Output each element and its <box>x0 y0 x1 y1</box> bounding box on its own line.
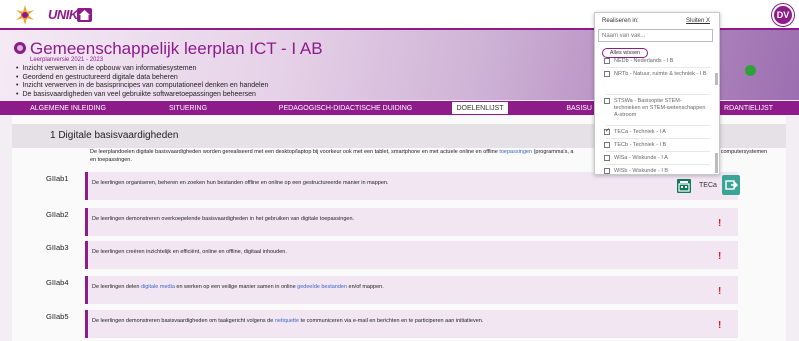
curriculum-version: Leerplanversie 2021 - 2023 <box>30 57 104 63</box>
checkbox[interactable] <box>604 58 610 64</box>
goal-row: GIIab4 De leerlingen delen digitale medi… <box>12 276 786 308</box>
intro-text-continued: (programma's, a <box>532 149 574 155</box>
goal-code: GIIab3 <box>46 243 69 252</box>
checkbox[interactable] <box>604 168 610 174</box>
user-avatar[interactable]: DV <box>772 4 794 26</box>
course-option-label: WISb - Wiskunde - I B <box>614 168 669 174</box>
export-button[interactable] <box>722 175 740 195</box>
goal-code: GIIab4 <box>46 278 69 287</box>
goal-row: GIIab3 De leerlingen creëren inzichtelij… <box>12 241 786 273</box>
goal-box[interactable]: De leerlingen organiseren, beheren en zo… <box>85 172 738 200</box>
course-option-label: TECa - Techniek - I A <box>614 129 666 135</box>
intro-text: De leerplandoelen digitale basisvaardigh… <box>90 149 500 155</box>
objective-item: De basisvaardigheden van veel gebruikte … <box>16 91 268 100</box>
goal-box[interactable]: De leerlingen demonstreren basisvaardigh… <box>85 310 738 338</box>
unik-logo[interactable]: UNIK <box>48 7 78 22</box>
dropdown-heading: Realiseren in: <box>602 18 639 24</box>
goal-text-part: De leerlingen delen <box>92 284 141 290</box>
link-digitale-media[interactable]: digitale media <box>141 284 175 290</box>
warning-icon[interactable]: ! <box>718 286 721 297</box>
tab-algemene-inleiding[interactable]: ALGEMENE INLEIDING <box>0 101 136 115</box>
course-option-label: NEDb - Nederlands - I B <box>614 58 674 64</box>
checkbox[interactable] <box>604 98 610 104</box>
course-option-label: STSWa - Basisoptie STEM-technieken en ST… <box>614 98 706 118</box>
building-icon <box>678 181 690 192</box>
curriculum-icon <box>14 42 26 54</box>
checkbox[interactable] <box>604 71 610 77</box>
scrollbar-thumb[interactable] <box>715 73 718 85</box>
divider <box>606 67 710 68</box>
course-option-label: NRTb - Natuur, ruimte & techniek - I B <box>614 71 707 77</box>
export-icon <box>725 180 738 190</box>
objective-item: Inzicht verwerven in de opbouw van infor… <box>16 65 268 74</box>
goal-text: De leerlingen organiseren, beheren en zo… <box>92 180 389 186</box>
goal-code: GIIab1 <box>46 174 69 183</box>
home-button[interactable] <box>77 8 92 22</box>
warning-icon[interactable]: ! <box>718 218 721 229</box>
section-title: 1 Digitale basisvaardigheden <box>50 130 179 141</box>
tab-pedagogisch-didactische-duiding[interactable]: PEDAGOGISCH-DIDACTISCHE DUIDING <box>240 101 451 115</box>
divider <box>606 164 710 165</box>
intro-link-toepassingen[interactable]: toepassingen <box>499 149 532 155</box>
course-option-label: TECb - Techniek - I B <box>614 142 667 148</box>
tab-doelenlijst[interactable]: DOELENLIJST <box>451 101 509 115</box>
checkbox[interactable] <box>604 155 610 161</box>
link-netiquette[interactable]: netiquette <box>275 318 299 324</box>
course-list: NEDb - Nederlands - I B NRTb - Natuur, r… <box>598 58 710 176</box>
checkbox[interactable] <box>604 142 610 148</box>
divider <box>606 94 710 95</box>
tab-concordantielijst[interactable]: RDANTIELIJST <box>724 101 799 115</box>
goal-text-part: en/of mappen. <box>347 284 384 290</box>
divider <box>606 138 710 139</box>
goal-code: GIIab2 <box>46 210 69 219</box>
home-icon <box>79 10 90 20</box>
goal-text-part: te communiceren via e-mail en berichten … <box>299 318 484 324</box>
goal-text: De leerlingen demonstreren overkoepelend… <box>92 216 355 222</box>
goal-text-part: De leerlingen demonstreren basisvaardigh… <box>92 318 275 324</box>
goal-row: GIIab2 De leerlingen demonstreren overko… <box>12 208 786 240</box>
goal-row: GIIab5 De leerlingen demonstreren basisv… <box>12 310 786 341</box>
school-logo-icon[interactable] <box>14 4 36 26</box>
realize-in-dropdown: Realiseren in: Sluiten X Alles wissen NE… <box>594 12 720 175</box>
objective-item: Inzicht verwerven in de basisprincipes v… <box>16 82 268 91</box>
tab-basisuitrusting[interactable]: BASISU <box>509 101 594 115</box>
course-search-input[interactable] <box>598 29 713 42</box>
warning-icon[interactable]: ! <box>718 320 721 331</box>
page-title: Gemeenschappelijk leerplan ICT - I AB <box>30 39 323 58</box>
goal-box[interactable]: De leerlingen demonstreren overkoepelend… <box>85 208 738 236</box>
link-gedeelde-bestanden[interactable]: gedeelde bestanden <box>297 284 347 290</box>
checkbox-checked[interactable] <box>604 128 610 135</box>
close-dropdown-button[interactable]: Sluiten X <box>686 18 710 24</box>
teca-label[interactable]: TECa <box>699 182 717 189</box>
mascot-icon <box>745 65 756 76</box>
goal-text: De leerlingen demonstreren basisvaardigh… <box>92 318 483 324</box>
divider <box>606 151 710 152</box>
goal-text-part: en werken op een veilige manier samen in… <box>174 284 298 290</box>
goal-text: De leerlingen delen digitale media en we… <box>92 284 384 290</box>
goal-code: GIIab5 <box>46 312 69 321</box>
intro-text-line2: en toepassingen. <box>90 157 132 163</box>
curriculum-objectives-list: Inzicht verwerven in de opbouw van infor… <box>16 65 268 99</box>
tab-situering[interactable]: SITUERING <box>136 101 240 115</box>
goal-box[interactable]: De leerlingen creëren inzichtelijk en ef… <box>85 241 738 269</box>
divider <box>606 125 710 126</box>
objective-item: Geordend en gestructureerd digitale data… <box>16 74 268 83</box>
goal-text: De leerlingen creëren inzichtelijk en ef… <box>92 249 287 255</box>
course-option-label: WISa - Wiskunde - I A <box>614 155 668 161</box>
goal-box[interactable]: De leerlingen delen digitale media en we… <box>85 276 738 304</box>
clear-all-button[interactable]: Alles wissen <box>602 48 648 58</box>
goal-row: GIIab1 De leerlingen organiseren, behere… <box>12 172 786 204</box>
teca-course-button[interactable] <box>677 179 691 193</box>
warning-icon[interactable]: ! <box>718 251 721 262</box>
scrollbar-thumb[interactable] <box>715 153 718 173</box>
